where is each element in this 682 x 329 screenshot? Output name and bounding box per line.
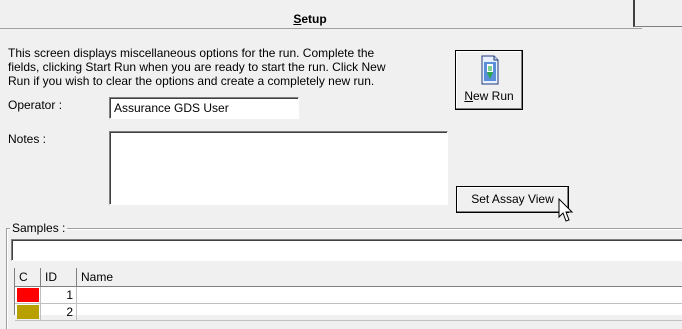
sample-color-swatch bbox=[17, 305, 39, 319]
samples-input[interactable] bbox=[11, 239, 682, 261]
name-cell[interactable] bbox=[77, 287, 682, 303]
setup-description: This screen displays miscellaneous optio… bbox=[8, 46, 386, 88]
table-header-row: C ID Name bbox=[15, 268, 682, 287]
id-cell: 2 bbox=[41, 304, 77, 320]
new-run-label: New Run bbox=[464, 89, 514, 103]
new-run-document-icon bbox=[481, 55, 499, 85]
notes-textarea[interactable] bbox=[109, 131, 448, 205]
operator-label: Operator : bbox=[8, 98, 63, 112]
column-header-name[interactable]: Name bbox=[77, 268, 682, 286]
new-run-button[interactable]: New Run bbox=[455, 50, 523, 110]
color-cell bbox=[15, 287, 41, 303]
mouse-pointer-icon bbox=[558, 198, 574, 222]
column-header-c[interactable]: C bbox=[15, 268, 41, 286]
column-header-id[interactable]: ID bbox=[41, 268, 77, 286]
table-row[interactable]: 2 bbox=[15, 304, 682, 321]
samples-label: Samples : bbox=[10, 221, 68, 235]
samples-table[interactable]: C ID Name 1 2 bbox=[14, 268, 682, 321]
right-panel-edge bbox=[633, 0, 682, 27]
id-cell: 1 bbox=[41, 287, 77, 303]
operator-input[interactable]: Assurance GDS User bbox=[109, 97, 299, 119]
name-cell[interactable] bbox=[77, 304, 682, 320]
color-cell bbox=[15, 304, 41, 320]
table-row[interactable]: 1 bbox=[15, 287, 682, 304]
notes-label: Notes : bbox=[8, 132, 47, 146]
title-divider bbox=[0, 28, 642, 29]
sample-color-swatch bbox=[17, 288, 39, 302]
set-assay-view-button[interactable]: Set Assay View bbox=[456, 186, 569, 213]
page-title: Setup bbox=[293, 12, 327, 26]
